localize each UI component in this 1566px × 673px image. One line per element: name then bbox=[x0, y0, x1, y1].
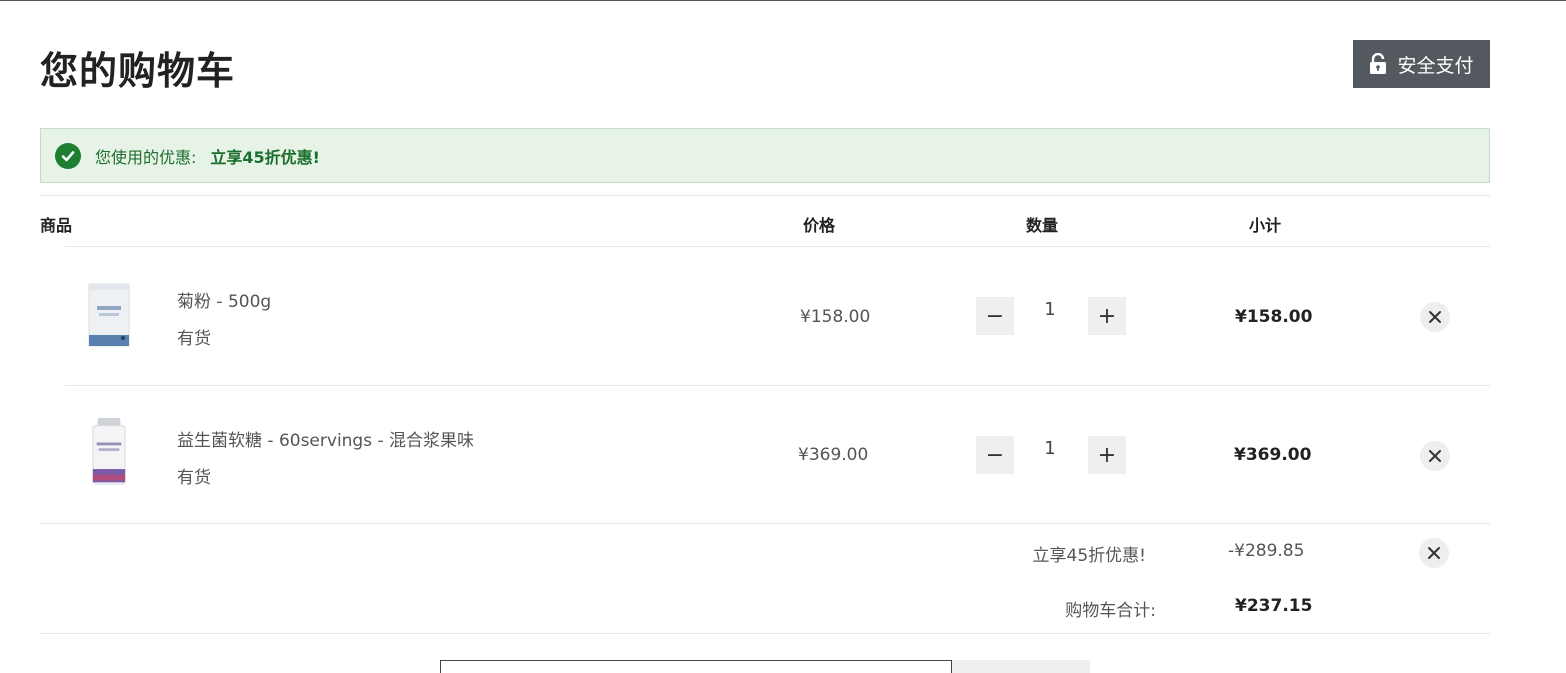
remove-discount-button[interactable] bbox=[1419, 538, 1449, 568]
discount-label: 立享45折优惠! bbox=[1032, 546, 1146, 566]
apply-coupon-button[interactable] bbox=[952, 660, 1090, 673]
cart-total-value: ¥237.15 bbox=[1235, 596, 1313, 616]
item-subtotal: ¥369.00 bbox=[1234, 445, 1312, 465]
secure-pay-label: 安全支付 bbox=[1397, 54, 1474, 77]
product-image-inulin bbox=[88, 283, 130, 347]
divider bbox=[40, 523, 1490, 524]
decrease-quantity-button[interactable]: − bbox=[976, 297, 1014, 335]
column-header-product: 商品 bbox=[40, 216, 73, 235]
close-icon bbox=[1429, 450, 1441, 462]
promo-code: 立享45折优惠! bbox=[210, 147, 320, 167]
promo-banner: 您使用的优惠: 立享45折优惠! bbox=[40, 128, 1490, 183]
product-name[interactable]: 菊粉 - 500g bbox=[177, 287, 271, 312]
increase-quantity-button[interactable]: + bbox=[1088, 297, 1126, 335]
product-name[interactable]: 益生菌软糖 - 60servings - 混合浆果味 bbox=[177, 426, 474, 451]
divider bbox=[40, 633, 1490, 634]
quantity-value[interactable]: 1 bbox=[1040, 438, 1060, 459]
close-icon bbox=[1429, 311, 1441, 323]
stock-status: 有货 bbox=[177, 468, 211, 488]
close-icon bbox=[1428, 547, 1440, 559]
column-header-quantity: 数量 bbox=[1026, 216, 1059, 235]
minus-icon: − bbox=[985, 303, 1005, 329]
item-subtotal: ¥158.00 bbox=[1235, 307, 1313, 327]
page-title: 您的购物车 bbox=[40, 49, 236, 93]
lock-icon bbox=[1369, 53, 1387, 75]
decrease-quantity-button[interactable]: − bbox=[976, 436, 1014, 474]
top-border bbox=[0, 0, 1566, 1]
coupon-code-input[interactable] bbox=[440, 660, 952, 673]
remove-item-button[interactable] bbox=[1420, 302, 1450, 332]
check-circle-icon bbox=[55, 142, 81, 169]
cart-item-row: 菊粉 - 500g 有货 ¥158.00 − 1 + ¥158.00 bbox=[40, 247, 1490, 385]
plus-icon: + bbox=[1097, 442, 1117, 468]
quantity-value[interactable]: 1 bbox=[1040, 299, 1060, 320]
cart-item-row: 益生菌软糖 - 60servings - 混合浆果味 有货 ¥369.00 − … bbox=[40, 386, 1490, 524]
remove-item-button[interactable] bbox=[1420, 441, 1450, 471]
column-header-price: 价格 bbox=[803, 216, 836, 235]
secure-pay-button[interactable]: 安全支付 bbox=[1353, 40, 1490, 88]
stock-status: 有货 bbox=[177, 329, 211, 349]
cart-total-label: 购物车合计: bbox=[1065, 601, 1156, 621]
column-header-subtotal: 小计 bbox=[1249, 216, 1282, 235]
discount-value: -¥289.85 bbox=[1228, 541, 1305, 561]
promo-message: 您使用的优惠: bbox=[95, 147, 197, 167]
minus-icon: − bbox=[985, 442, 1005, 468]
item-price: ¥158.00 bbox=[800, 307, 871, 327]
product-image-probiotic-gummies bbox=[92, 417, 126, 485]
item-price: ¥369.00 bbox=[798, 445, 869, 465]
plus-icon: + bbox=[1097, 303, 1117, 329]
increase-quantity-button[interactable]: + bbox=[1088, 436, 1126, 474]
divider bbox=[40, 195, 1490, 196]
